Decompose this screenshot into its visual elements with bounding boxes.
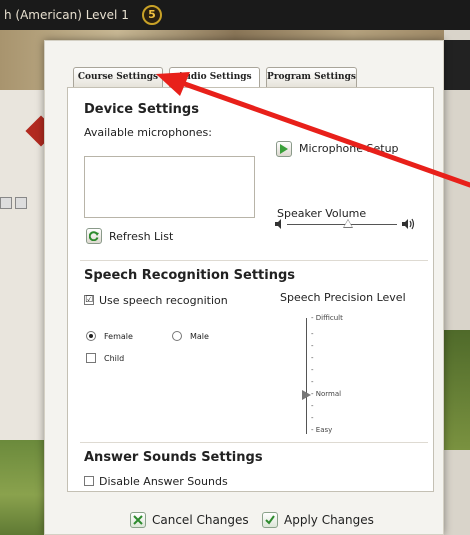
- speaker-volume-thumb[interactable]: [342, 219, 353, 228]
- child-checkbox[interactable]: [86, 353, 96, 363]
- refresh-list-button[interactable]: Refresh List: [109, 230, 173, 243]
- male-label[interactable]: Male: [190, 332, 209, 341]
- audio-settings-panel: Device Settings Available microphones: M…: [67, 87, 434, 492]
- microphone-list[interactable]: [84, 156, 255, 218]
- speaker-low-icon: [275, 219, 281, 229]
- cancel-icon: [130, 512, 146, 528]
- precision-easy-label: - Easy: [311, 426, 333, 434]
- device-settings-heading: Device Settings: [84, 102, 199, 117]
- speaker-high-icon: [402, 218, 415, 230]
- precision-tick: -: [311, 366, 314, 374]
- precision-tick: -: [311, 342, 314, 350]
- speech-recognition-heading: Speech Recognition Settings: [84, 268, 296, 283]
- precision-difficult-label: - Difficult: [311, 314, 343, 322]
- background-checkbox: [15, 197, 27, 209]
- background-photo: [0, 440, 44, 535]
- precision-normal-label: - Normal: [311, 390, 342, 398]
- disable-answer-sounds-checkbox[interactable]: [84, 476, 94, 486]
- refresh-icon[interactable]: [86, 228, 102, 244]
- precision-tick: -: [311, 402, 314, 410]
- use-speech-recognition-label[interactable]: Use speech recognition: [99, 294, 228, 307]
- apply-changes-label: Apply Changes: [284, 513, 374, 527]
- background-right-panel: [444, 30, 470, 535]
- settings-dialog: Course Settings Audio Settings Program S…: [44, 40, 444, 535]
- available-microphones-label: Available microphones:: [84, 126, 212, 139]
- background-checkbox: [0, 197, 12, 209]
- tab-audio-settings[interactable]: Audio Settings: [169, 67, 260, 88]
- precision-tick: -: [311, 414, 314, 422]
- coin-badge: 5: [142, 5, 162, 25]
- background-photo: [444, 330, 470, 450]
- cancel-changes-button[interactable]: Cancel Changes: [130, 512, 249, 532]
- section-divider: [80, 260, 428, 261]
- apply-changes-button[interactable]: Apply Changes: [262, 512, 374, 532]
- disable-answer-sounds-label[interactable]: Disable Answer Sounds: [99, 475, 228, 488]
- speaker-volume-label: Speaker Volume: [277, 207, 367, 220]
- precision-tick: -: [311, 330, 314, 338]
- microphone-setup-icon[interactable]: [276, 141, 292, 157]
- cancel-changes-label: Cancel Changes: [152, 513, 249, 527]
- microphone-setup-button[interactable]: Microphone Setup: [299, 142, 399, 155]
- precision-tick: -: [311, 354, 314, 362]
- female-radio[interactable]: [86, 331, 96, 341]
- tab-course-settings[interactable]: Course Settings: [73, 67, 163, 87]
- section-divider: [80, 442, 428, 443]
- app-title-bar: h (American) Level 1 5: [0, 0, 470, 30]
- male-radio[interactable]: [172, 331, 182, 341]
- precision-tick: -: [311, 378, 314, 386]
- female-label[interactable]: Female: [104, 332, 133, 341]
- speech-precision-label: Speech Precision Level: [280, 291, 406, 304]
- child-label[interactable]: Child: [104, 354, 124, 363]
- background-left-panel: [0, 90, 57, 535]
- app-title: h (American) Level 1: [4, 8, 129, 22]
- use-speech-recognition-checkbox[interactable]: ☑: [84, 295, 94, 305]
- apply-icon: [262, 512, 278, 528]
- speech-precision-thumb[interactable]: [302, 390, 311, 400]
- background-block: [444, 40, 470, 90]
- answer-sounds-heading: Answer Sounds Settings: [84, 450, 263, 465]
- tab-program-settings[interactable]: Program Settings: [266, 67, 357, 87]
- speech-precision-slider[interactable]: [306, 318, 307, 434]
